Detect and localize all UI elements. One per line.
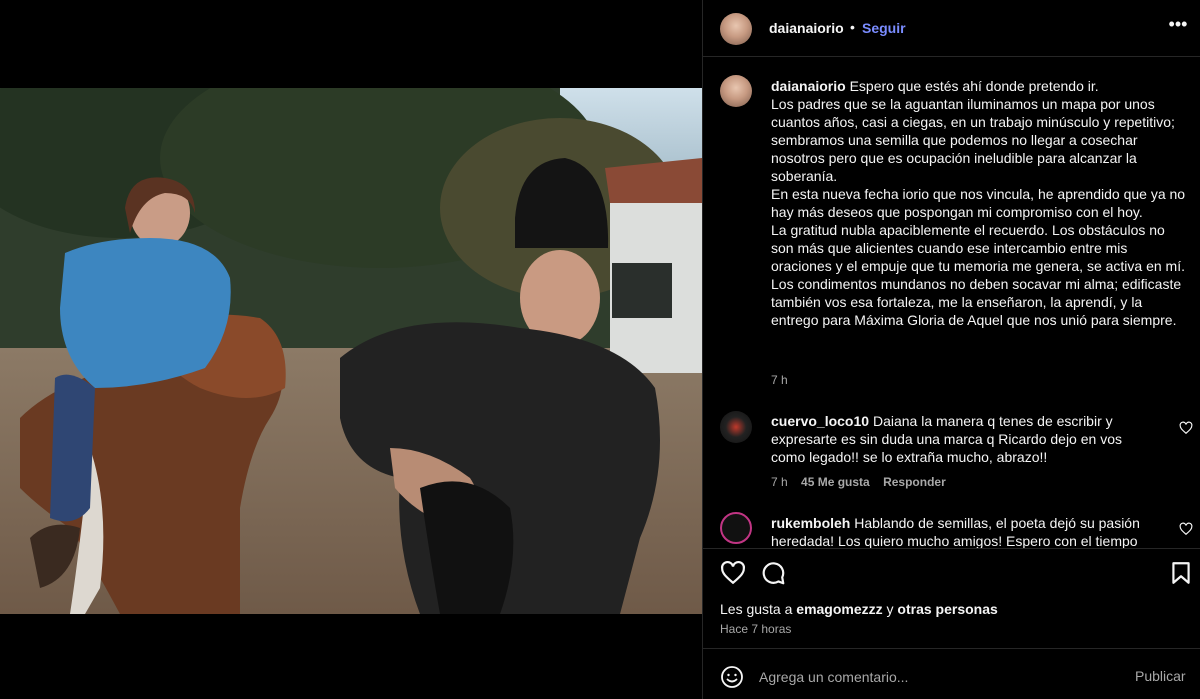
save-icon[interactable] [1168,560,1194,586]
comment-input[interactable] [759,663,1119,691]
publish-button[interactable]: Publicar [1135,668,1186,684]
caption-username[interactable]: daianaiorio [771,78,846,94]
comment-time: 7 h [771,475,788,489]
comment-avatar[interactable] [720,512,752,544]
liker-username[interactable]: emagomezzz [796,601,882,617]
heart-icon[interactable] [1179,522,1193,536]
caption-body: Espero que estés ahí donde pretendo ir. … [771,78,1186,328]
likes-summary: Les gusta a emagomezzz y otras personas [720,601,998,617]
caption-time: 7 h [771,373,788,387]
comment: cuervo_loco10 Daiana la manera q tenes d… [771,412,1151,466]
post-date: Hace 7 horas [720,622,792,636]
other-likers-link[interactable]: otras personas [897,601,997,617]
photo-illustration [0,88,702,614]
caption-avatar[interactable] [720,75,752,107]
more-options-icon[interactable]: ••• [1168,14,1188,42]
comment-meta: 7 h 45 Me gusta Responder [771,475,946,489]
author-username[interactable]: daianaiorio [769,20,844,36]
comment-username[interactable]: rukemboleh [771,515,850,531]
comment-icon[interactable] [760,560,786,586]
add-comment-bar: Publicar [703,648,1200,699]
post-header: daianaiorio • Seguir ••• [703,0,1200,57]
post-photo[interactable] [0,88,702,614]
comments-section[interactable]: daianaiorio Espero que estés ahí donde p… [703,58,1200,548]
post-media [0,0,702,699]
caption: daianaiorio Espero que estés ahí donde p… [771,77,1191,329]
comment-avatar[interactable] [720,411,752,443]
author-avatar[interactable] [720,13,752,45]
comment: rukemboleh Hablando de semillas, el poet… [771,514,1151,548]
emoji-icon[interactable] [720,665,744,689]
separator-dot: • [850,19,855,35]
post-actions: Les gusta a emagomezzz y otras personas … [703,548,1200,648]
reply-button[interactable]: Responder [883,475,946,489]
follow-button[interactable]: Seguir [862,20,906,36]
likes-and: y [886,601,894,617]
comment-username[interactable]: cuervo_loco10 [771,413,869,429]
post-panel: daianaiorio • Seguir ••• daianaiorio Esp… [702,0,1200,699]
heart-icon[interactable] [1179,421,1193,435]
like-icon[interactable] [720,560,746,586]
likes-prefix: Les gusta a [720,601,793,617]
comment-likes[interactable]: 45 Me gusta [801,475,870,489]
